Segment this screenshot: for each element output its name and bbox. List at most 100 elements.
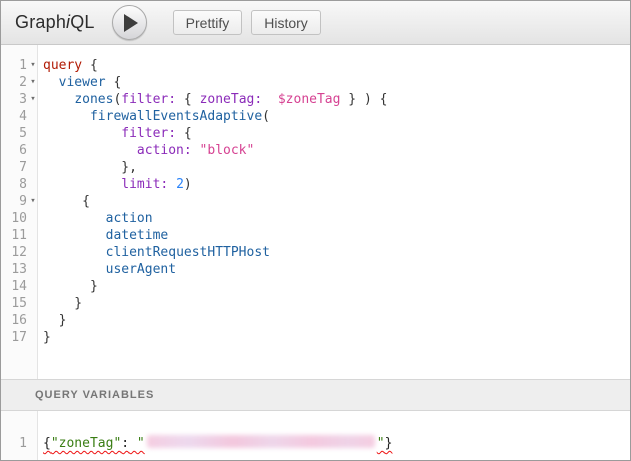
code-text: filter: {	[39, 125, 192, 142]
fold-spacer	[27, 244, 39, 261]
json-lint-squiggle: {"zoneTag": "	[43, 436, 145, 451]
zone-tag-value-redacted	[147, 435, 375, 448]
code-token: {	[82, 58, 98, 73]
query-variables-title: QUERY VARIABLES	[35, 389, 154, 401]
code-token: }	[43, 313, 66, 328]
prettify-button[interactable]: Prettify	[173, 10, 243, 35]
code-line: 14 }	[1, 278, 630, 295]
code-token	[43, 143, 137, 158]
code-token: )	[184, 177, 192, 192]
code-token: zones	[74, 92, 113, 107]
line-number: 16	[1, 312, 27, 329]
code-token	[262, 92, 278, 107]
variables-editor[interactable]: 1{"zoneTag": ""}	[1, 411, 630, 460]
code-token	[43, 92, 74, 107]
line-number: 5	[1, 125, 27, 142]
fold-arrow-icon[interactable]: ▾	[27, 57, 39, 74]
code-token: 2	[176, 177, 184, 192]
fold-spacer	[27, 261, 39, 278]
code-token	[168, 177, 176, 192]
code-text: limit: 2)	[39, 176, 192, 193]
fold-spacer	[27, 142, 39, 159]
query-editor[interactable]: 1▾query {2▾ viewer {3▾ zones(filter: { z…	[1, 45, 630, 379]
line-number: 7	[1, 159, 27, 176]
code-token: }	[43, 296, 82, 311]
code-token	[43, 228, 106, 243]
code-text: {	[39, 193, 90, 210]
query-variables-header[interactable]: QUERY VARIABLES	[1, 379, 630, 411]
fold-spacer	[27, 210, 39, 227]
line-number: 12	[1, 244, 27, 261]
line-number: 13	[1, 261, 27, 278]
topbar: GraphiQL Prettify History	[1, 1, 630, 45]
graphiql-app: GraphiQL Prettify History 1▾query {2▾ vi…	[0, 0, 631, 461]
code-line: 2▾ viewer {	[1, 74, 630, 91]
code-token: {	[43, 194, 90, 209]
fold-arrow-icon[interactable]: ▾	[27, 74, 39, 91]
code-text: query {	[39, 57, 98, 74]
code-text: }	[39, 329, 51, 346]
code-token: zoneTag:	[200, 92, 263, 107]
code-token: {	[176, 92, 199, 107]
code-token: userAgent	[106, 262, 176, 277]
logo-text: QL	[70, 12, 94, 32]
fold-spacer	[27, 329, 39, 346]
fold-spacer	[27, 176, 39, 193]
code-text: clientRequestHTTPHost	[39, 244, 270, 261]
code-token: limit:	[121, 177, 168, 192]
code-token: }	[385, 436, 393, 451]
code-line: 8 limit: 2)	[1, 176, 630, 193]
history-button[interactable]: History	[251, 10, 321, 35]
code-token: query	[43, 58, 82, 73]
code-line: 7 },	[1, 159, 630, 176]
code-token	[192, 143, 200, 158]
line-number: 4	[1, 108, 27, 125]
code-token: action:	[137, 143, 192, 158]
code-token	[43, 126, 121, 141]
fold-spacer	[27, 227, 39, 244]
line-number: 2	[1, 74, 27, 91]
code-text: firewallEventsAdaptive(	[39, 108, 270, 125]
code-line: 1▾query {	[1, 57, 630, 74]
code-token	[43, 177, 121, 192]
code-line: 9▾ {	[1, 193, 630, 210]
fold-spacer	[27, 435, 39, 452]
code-token: :	[121, 436, 129, 451]
code-token: }	[43, 279, 98, 294]
code-token: action	[106, 211, 153, 226]
line-number: 9	[1, 193, 27, 210]
code-line: 5 filter: {	[1, 125, 630, 142]
code-line: 10 action	[1, 210, 630, 227]
logo-text: Graph	[15, 12, 66, 32]
json-lint-squiggle: "}	[377, 436, 393, 451]
code-token: {	[43, 436, 51, 451]
code-token: {	[106, 75, 122, 90]
code-line: 4 firewallEventsAdaptive(	[1, 108, 630, 125]
fold-spacer	[27, 125, 39, 142]
fold-spacer	[27, 295, 39, 312]
code-text: datetime	[39, 227, 168, 244]
line-number: 1	[1, 435, 27, 452]
code-text: {"zoneTag": ""}	[39, 435, 392, 452]
code-text: }	[39, 278, 98, 295]
line-number: 1	[1, 57, 27, 74]
line-number: 8	[1, 176, 27, 193]
code-token: filter:	[121, 92, 176, 107]
code-token: "	[129, 436, 145, 451]
line-number: 14	[1, 278, 27, 295]
code-line: 3▾ zones(filter: { zoneTag: $zoneTag } )…	[1, 91, 630, 108]
execute-query-button[interactable]	[112, 5, 147, 40]
code-token: firewallEventsAdaptive	[90, 109, 262, 124]
code-text: zones(filter: { zoneTag: $zoneTag } ) {	[39, 91, 387, 108]
fold-arrow-icon[interactable]: ▾	[27, 193, 39, 210]
code-text: action	[39, 210, 153, 227]
code-token	[43, 109, 90, 124]
graphiql-logo: GraphiQL	[15, 12, 95, 33]
code-line: 12 clientRequestHTTPHost	[1, 244, 630, 261]
code-line: 1{"zoneTag": ""}	[1, 435, 630, 452]
fold-arrow-icon[interactable]: ▾	[27, 91, 39, 108]
fold-spacer	[27, 159, 39, 176]
line-number: 11	[1, 227, 27, 244]
line-number: 3	[1, 91, 27, 108]
code-line: 6 action: "block"	[1, 142, 630, 159]
